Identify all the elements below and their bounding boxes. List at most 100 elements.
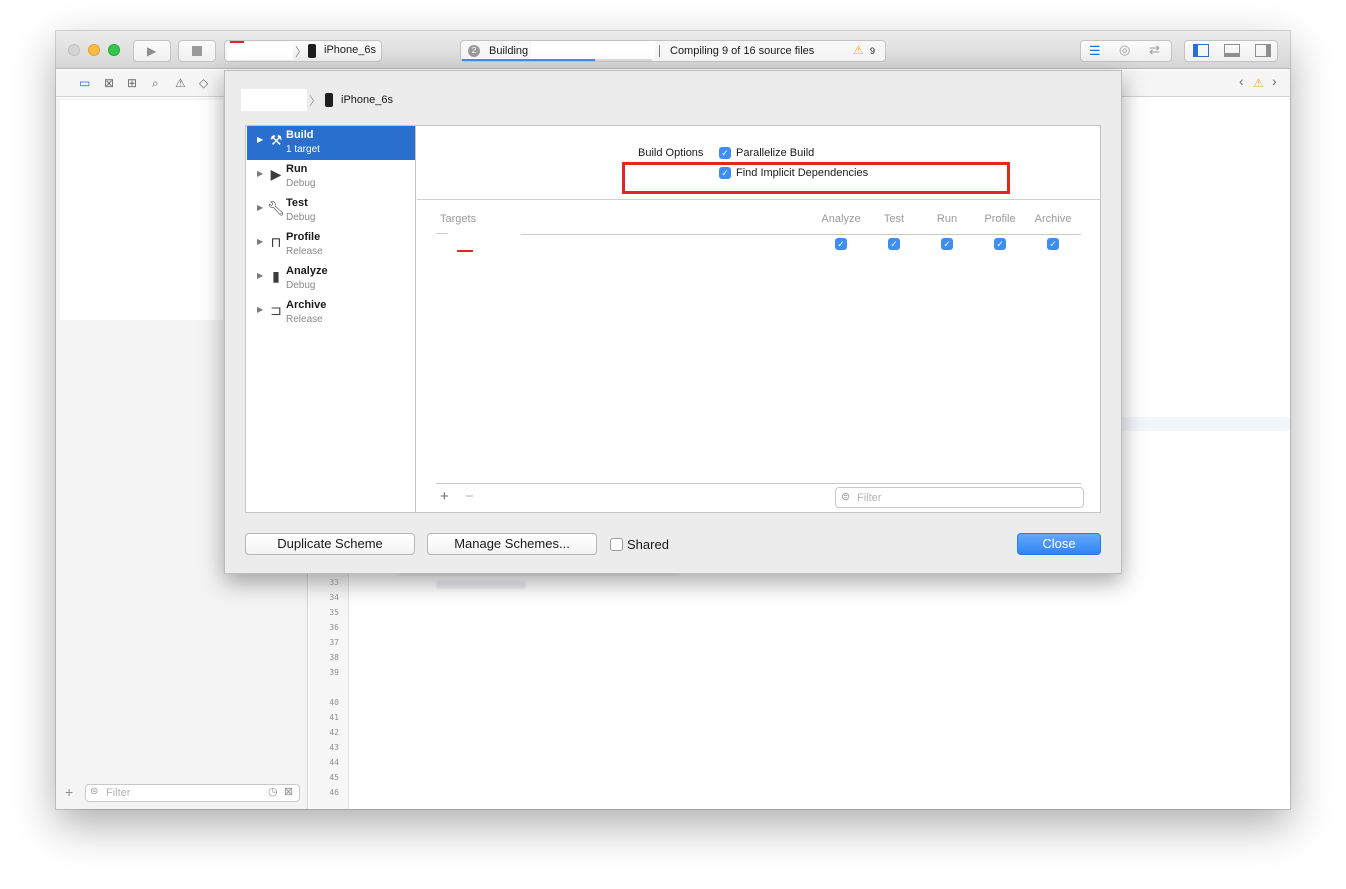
warning-icon[interactable]: ⚠: [1253, 76, 1264, 90]
activity-title: Building: [489, 45, 529, 57]
line-number: 41: [329, 713, 339, 722]
line-number: 42: [329, 728, 339, 737]
assistant-editor-icon[interactable]: ◎: [1119, 42, 1130, 58]
source-control-icon[interactable]: ⊠: [104, 76, 114, 90]
disclosure-icon[interactable]: ▶: [257, 237, 263, 246]
run-button[interactable]: ▶: [133, 40, 171, 62]
line-number: 43: [329, 743, 339, 752]
column-run: Run: [936, 213, 958, 225]
action-name: Archive: [286, 299, 327, 311]
line-number: 35: [329, 608, 339, 617]
build-progress-fill: [462, 59, 595, 61]
activity-status: Compiling 9 of 16 source files: [670, 45, 815, 57]
line-number: 44: [329, 758, 339, 767]
minimize-window-button[interactable]: [88, 44, 100, 56]
duplicate-scheme-button[interactable]: Duplicate Scheme: [245, 533, 415, 555]
navigator-filter-field[interactable]: ⊜ Filter ◷ ⊠: [85, 784, 300, 802]
recent-icon[interactable]: ◷: [268, 785, 278, 798]
breadcrumb-separator-icon: 〉: [309, 94, 322, 108]
targets-footer-rule: [436, 483, 1081, 484]
navigator-toggle-icon[interactable]: [1193, 44, 1209, 57]
target-analyze-checkbox[interactable]: ✓: [835, 238, 847, 250]
line-number: 37: [329, 638, 339, 647]
action-run[interactable]: ▶ ▶ Run Debug: [247, 160, 415, 194]
manage-schemes-button[interactable]: Manage Schemes...: [427, 533, 597, 555]
targets-header-rule: [436, 233, 448, 234]
scheme-selector[interactable]: 〉 iPhone_6s: [224, 40, 382, 62]
action-analyze[interactable]: ▶ ▮ Analyze Debug: [247, 262, 415, 296]
search-icon[interactable]: ⌕: [152, 76, 159, 90]
activity-redacted: [531, 41, 655, 60]
disclosure-icon[interactable]: ▶: [257, 271, 263, 280]
activity-view: 2 Building Compiling 9 of 16 source file…: [460, 40, 886, 62]
action-test[interactable]: ▶ 🔧︎ Test Debug: [247, 194, 415, 228]
scheme-name-redacted: [241, 89, 307, 111]
column-analyze: Analyze: [821, 213, 861, 225]
iphone-icon: [325, 93, 333, 107]
target-test-checkbox[interactable]: ✓: [888, 238, 900, 250]
scm-filter-icon[interactable]: ⊠: [284, 785, 293, 798]
debug-area-toggle-icon[interactable]: [1224, 44, 1240, 57]
editor-mode-segment: ☰ ◎ ⇄: [1080, 40, 1172, 62]
disclosure-icon[interactable]: ▶: [257, 169, 263, 178]
standard-editor-icon[interactable]: ☰: [1089, 43, 1101, 59]
targets-filter-field[interactable]: ⊜ Filter: [835, 487, 1084, 508]
zoom-window-button[interactable]: [108, 44, 120, 56]
target-archive-checkbox[interactable]: ✓: [1047, 238, 1059, 250]
action-subtitle: Release: [286, 314, 323, 325]
hammer-icon: ⚒: [269, 132, 283, 148]
highlight-annotation-box: [622, 162, 1010, 194]
add-target-button[interactable]: +: [440, 488, 449, 505]
build-progress-bar: [462, 59, 652, 61]
analyze-icon: ▮: [272, 268, 280, 284]
table-row: ✓ ✓ ✓ ✓ ✓: [436, 238, 1081, 254]
disclosure-icon[interactable]: ▶: [257, 203, 263, 212]
navigator-filter-bar: + ⊜ Filter ◷ ⊠: [56, 778, 308, 809]
remove-target-button[interactable]: −: [465, 488, 474, 505]
disclosure-icon[interactable]: ▶: [257, 135, 263, 144]
target-run-checkbox[interactable]: ✓: [941, 238, 953, 250]
play-icon: ▶: [147, 44, 157, 58]
action-build[interactable]: ▶ ⚒ Build 1 target: [247, 126, 415, 160]
back-icon[interactable]: ‹: [1239, 74, 1244, 88]
symbol-icon[interactable]: ⊞: [127, 76, 137, 90]
action-archive[interactable]: ▶ ⊐ Archive Release: [247, 296, 415, 330]
line-number: 46: [329, 788, 339, 797]
parallelize-build-checkbox[interactable]: ✓: [719, 147, 731, 159]
add-icon[interactable]: +: [65, 784, 73, 800]
activity-divider: [659, 45, 660, 57]
scheme-device-label: iPhone_6s: [324, 44, 376, 56]
stop-button[interactable]: [178, 40, 216, 62]
issue-icon[interactable]: ⚠: [175, 76, 186, 90]
warning-count[interactable]: 9: [870, 46, 875, 56]
scheme-editor-body: ▶ ⚒ Build 1 target ▶ ▶ Run Debug ▶ 🔧︎ Te…: [245, 125, 1101, 513]
forward-icon[interactable]: ›: [1272, 74, 1277, 88]
column-archive: Archive: [1034, 213, 1072, 225]
column-profile: Profile: [984, 213, 1016, 225]
line-numbers: 33 34 35 36 37 38 39 40 41 42 43 44 45 46: [309, 578, 339, 803]
line-number: 40: [329, 698, 339, 707]
folder-icon[interactable]: ▭: [79, 76, 90, 90]
breadcrumb-device-label[interactable]: iPhone_6s: [341, 94, 393, 106]
action-name: Profile: [286, 231, 321, 243]
archive-icon: ⊐: [270, 302, 282, 318]
close-button[interactable]: Close: [1017, 533, 1101, 555]
disclosure-icon[interactable]: ▶: [257, 305, 263, 314]
instruments-icon: ⊓: [270, 234, 282, 250]
shared-label: Shared: [627, 537, 669, 552]
line-number: 45: [329, 773, 339, 782]
line-number: 36: [329, 623, 339, 632]
version-editor-icon[interactable]: ⇄: [1149, 42, 1160, 58]
parallelize-build-label: Parallelize Build: [736, 147, 815, 159]
shared-checkbox[interactable]: [610, 538, 623, 551]
utilities-toggle-icon[interactable]: [1255, 44, 1271, 57]
action-profile[interactable]: ▶ ⊓ Profile Release: [247, 228, 415, 262]
editor-highlight-strip: [1122, 417, 1290, 431]
action-subtitle: Release: [286, 246, 323, 257]
close-window-button[interactable]: [68, 44, 80, 56]
test-icon[interactable]: ◇: [199, 76, 208, 90]
line-number: 39: [329, 668, 339, 677]
target-profile-checkbox[interactable]: ✓: [994, 238, 1006, 250]
targets-filter-placeholder: Filter: [857, 492, 882, 504]
navigator-filter-placeholder: Filter: [106, 787, 131, 799]
